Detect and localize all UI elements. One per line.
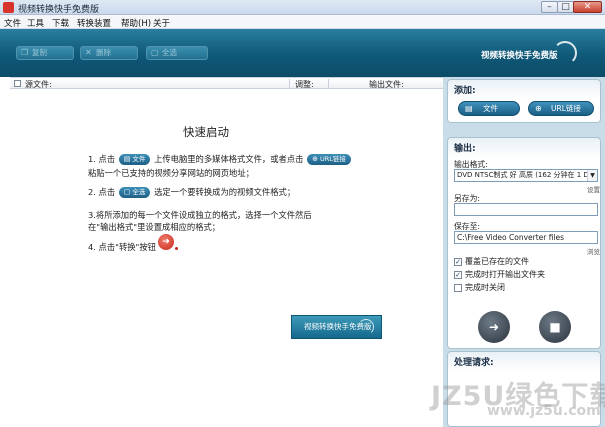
brand-arc-icon: [553, 41, 577, 65]
inline-url-button: ⊕ URL链接: [307, 154, 351, 165]
overwrite-checkbox[interactable]: ✓ 覆盖已存在的文件: [454, 256, 529, 267]
inline-select-all-label: 全选: [132, 188, 146, 196]
close-when-done-label: 完成时关闭: [465, 283, 505, 292]
delete-button[interactable]: ✕ 删除: [80, 46, 138, 60]
minimize-button[interactable]: –: [541, 1, 558, 13]
process-title: 处理请求:: [454, 358, 494, 368]
col-source[interactable]: 源文件:: [25, 79, 52, 90]
menu-file[interactable]: 文件: [4, 17, 21, 29]
stop-icon: ■: [549, 320, 561, 334]
menu-download[interactable]: 下载: [52, 17, 69, 29]
checkbox-checked[interactable]: ✓: [454, 257, 462, 266]
col-output[interactable]: 输出文件:: [369, 79, 404, 90]
menu-help[interactable]: 帮助(H): [121, 17, 151, 29]
add-file-button[interactable]: ▤ 文件: [458, 101, 520, 116]
open-folder-checkbox[interactable]: ✓ 完成时打开输出文件夹: [454, 269, 545, 280]
menu-convert-device[interactable]: 转换装置: [77, 17, 111, 29]
delete-button-label: 删除: [96, 48, 111, 57]
add-file-label: 文件: [483, 104, 498, 113]
app-icon: [3, 2, 14, 13]
select-all-checkbox[interactable]: [14, 80, 21, 87]
inline-select-all-button: ▢ 全选: [118, 187, 151, 198]
file-icon: ▤: [465, 104, 473, 113]
quick-start-title: 快速启动: [183, 125, 229, 139]
step-1-middle: 上传电脑里的多媒体格式文件，或者点击: [154, 154, 304, 164]
copy-icon: ❐: [21, 48, 29, 57]
banner-arc-icon: [358, 319, 374, 335]
add-url-label: URL链接: [551, 104, 581, 113]
step-3-line-2: 在"输出格式"里设置成相应的格式；: [88, 222, 221, 232]
menu-tools[interactable]: 工具: [27, 17, 44, 29]
convert-button[interactable]: ➜: [478, 311, 510, 343]
chevron-down-icon[interactable]: ▼: [587, 170, 597, 181]
output-title: 输出:: [454, 144, 476, 154]
step-2-prefix: 2. 点击: [88, 187, 116, 197]
select-all-icon: ▢: [123, 188, 131, 196]
link-icon: ⊕: [312, 155, 318, 163]
output-format-select[interactable]: DVD NTSC制式 好 高质 (162 分钟在 1 DVD) ▼: [454, 169, 598, 182]
watermark-url: www.jz5u.com: [487, 403, 601, 419]
menu-bar: 文件 工具 下载 转换装置 帮助(H) 关于: [0, 15, 605, 29]
brand-text: 视频转换快手免费版: [481, 51, 558, 61]
copy-button[interactable]: ❐ 复制: [16, 46, 74, 60]
brand-logo: 视频转换快手免费版: [465, 41, 585, 65]
inline-file-label: 文件: [132, 155, 146, 163]
column-divider[interactable]: [328, 79, 329, 88]
title-bar: 视频转换快手免费版 – □ ✕: [0, 0, 605, 15]
checkbox-checked[interactable]: ✓: [454, 270, 462, 279]
select-all-button-label: 全选: [162, 48, 177, 57]
add-title: 添加:: [454, 86, 476, 96]
checkbox-unchecked[interactable]: [454, 283, 462, 292]
close-button[interactable]: ✕: [573, 1, 602, 13]
output-section: 输出: 输出格式: DVD NTSC制式 好 高质 (162 分钟在 1 DVD…: [447, 137, 601, 349]
maximize-button[interactable]: □: [557, 1, 574, 13]
overwrite-label: 覆盖已存在的文件: [465, 257, 529, 266]
file-list-area[interactable]: 源文件: 调整: 输出文件: 快速启动 1. 点击 ▤ 文件 上传电脑里的多媒体格…: [10, 77, 443, 427]
step-3-line-1: 3.将所添加的每一个文件设成独立的格式，选择一个文件然后: [88, 210, 312, 220]
step-1-prefix: 1. 点击: [88, 154, 116, 164]
start-banner-button[interactable]: 视频转换快手免费版: [291, 315, 382, 339]
select-all-button[interactable]: ▢ 全选: [146, 46, 208, 60]
copy-button-label: 复制: [32, 48, 47, 57]
col-adjust[interactable]: 调整:: [295, 79, 314, 90]
settings-link[interactable]: 设置: [587, 184, 600, 194]
red-dot: [175, 247, 178, 250]
browse-link[interactable]: 浏览: [587, 246, 600, 256]
link-icon: ⊕: [535, 104, 542, 113]
step-1-line-2: 粘贴一个已支持的视频分享网站的网页地址；: [88, 168, 254, 178]
file-list-header: 源文件: 调整: 输出文件:: [10, 77, 443, 89]
step-2-text: 选定一个要转换成为的视频文件格式；: [154, 187, 296, 197]
open-folder-label: 完成时打开输出文件夹: [465, 270, 545, 279]
add-section: 添加: ▤ 文件 ⊕ URL链接: [447, 79, 601, 123]
file-icon: ▤: [123, 155, 131, 163]
output-format-value: DVD NTSC制式 好 高质 (162 分钟在 1 DVD): [457, 171, 598, 179]
delete-icon: ✕: [85, 48, 92, 57]
window-title: 视频转换快手免费版: [18, 5, 100, 15]
column-divider[interactable]: [289, 79, 290, 88]
inline-file-button: ▤ 文件: [118, 154, 151, 165]
convert-icon: ➜: [158, 234, 174, 250]
toolbar: ❐ 复制 ✕ 删除 ▢ 全选 视频转换快手免费版: [0, 29, 605, 77]
add-url-button[interactable]: ⊕ URL链接: [528, 101, 594, 116]
step-2-line: 2. 点击 ▢ 全选 选定一个要转换成为的视频文件格式；: [88, 186, 295, 198]
step-1-line-1: 1. 点击 ▤ 文件 上传电脑里的多媒体格式文件，或者点击 ⊕ URL链接: [88, 153, 352, 165]
save-as-input[interactable]: [454, 203, 598, 216]
inline-url-label: URL链接: [319, 155, 346, 163]
step-4-line: 4. 点击"转换"按钮: [88, 242, 156, 252]
close-when-done-checkbox[interactable]: 完成时关闭: [454, 282, 505, 293]
select-all-icon: ▢: [151, 48, 159, 57]
convert-arrow-icon: ➜: [488, 320, 500, 334]
save-to-input[interactable]: C:\Free Video Converter files: [454, 231, 598, 244]
menu-about[interactable]: 关于: [153, 17, 170, 29]
stop-button[interactable]: ■: [539, 311, 571, 343]
